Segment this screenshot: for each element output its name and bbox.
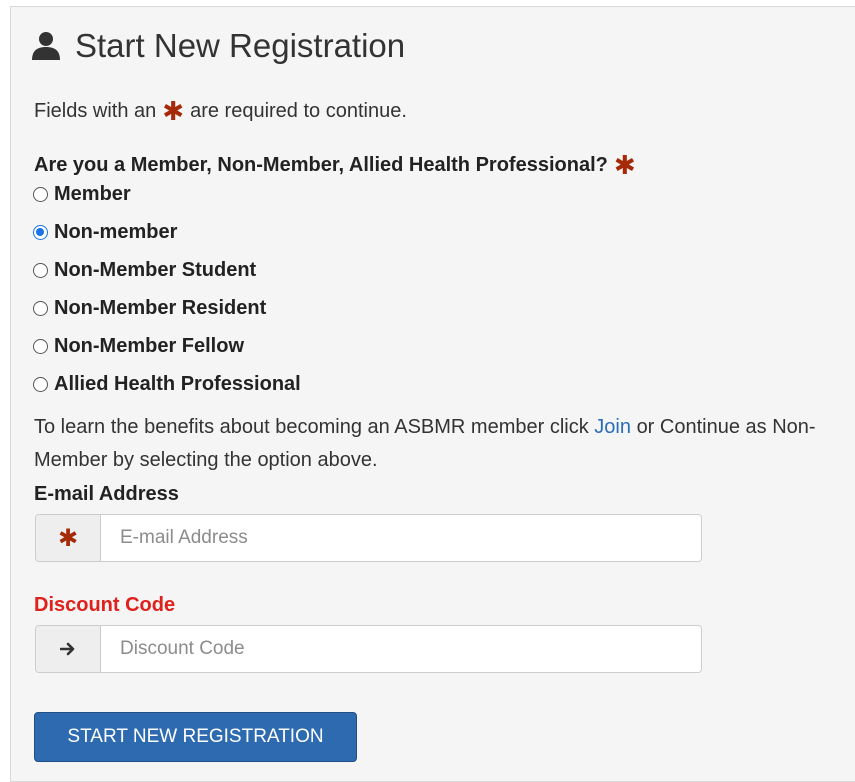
radio-label: Member — [54, 182, 131, 205]
radio-button[interactable] — [33, 224, 48, 240]
membership-info: To learn the benefits about becoming an … — [34, 416, 816, 471]
discount-input-group — [35, 625, 702, 673]
radio-button[interactable] — [33, 300, 48, 316]
required-note: Fields with an ✱ are required to continue. — [34, 96, 407, 126]
discount-code-field[interactable] — [101, 626, 701, 672]
email-label: E-mail Address — [34, 483, 179, 505]
radio-label: Non-Member Resident — [54, 296, 267, 319]
radio-option-non-member[interactable]: Non-member — [33, 218, 177, 246]
discount-addon — [36, 626, 101, 672]
radio-option-member[interactable]: Member — [33, 180, 131, 208]
radio-label: Non-Member Fellow — [54, 334, 245, 357]
registration-panel: Start New Registration Fields with an ✱ ar… — [10, 6, 855, 782]
membership-question: Are you a Member, Non-Member, Allied Hea… — [34, 150, 636, 180]
radio-option-non-member-resident[interactable]: Non-Member Resident — [33, 294, 266, 322]
radio-option-non-member-fellow[interactable]: Non-Member Fellow — [33, 332, 244, 360]
asterisk-icon: ✱ — [613, 150, 636, 180]
email-field[interactable] — [101, 515, 701, 561]
start-new-registration-button[interactable]: START NEW REGISTRATION — [34, 712, 357, 762]
radio-button[interactable] — [33, 376, 48, 392]
user-icon — [32, 32, 60, 60]
join-link[interactable]: Join — [594, 416, 631, 438]
discount-label: Discount Code — [34, 594, 176, 616]
asterisk-icon: ✱ — [162, 96, 185, 126]
radio-button[interactable] — [33, 186, 48, 202]
email-addon: ✱ — [36, 515, 101, 561]
arrow-right-icon — [60, 642, 75, 656]
radio-label: Non-member — [54, 220, 178, 243]
radio-option-allied-health-professional[interactable]: Allied Health Professional — [33, 370, 301, 398]
email-input-group: ✱ — [35, 514, 702, 562]
radio-option-non-member-student[interactable]: Non-Member Student — [33, 256, 256, 284]
page-title-text: Start New Registration — [75, 27, 406, 64]
radio-button[interactable] — [33, 262, 48, 278]
radio-button[interactable] — [33, 338, 48, 354]
radio-label: Allied Health Professional — [54, 372, 301, 395]
page-title: Start New Registration — [31, 24, 405, 68]
radio-label: Non-Member Student — [54, 258, 257, 281]
asterisk-icon: ✱ — [57, 524, 79, 552]
